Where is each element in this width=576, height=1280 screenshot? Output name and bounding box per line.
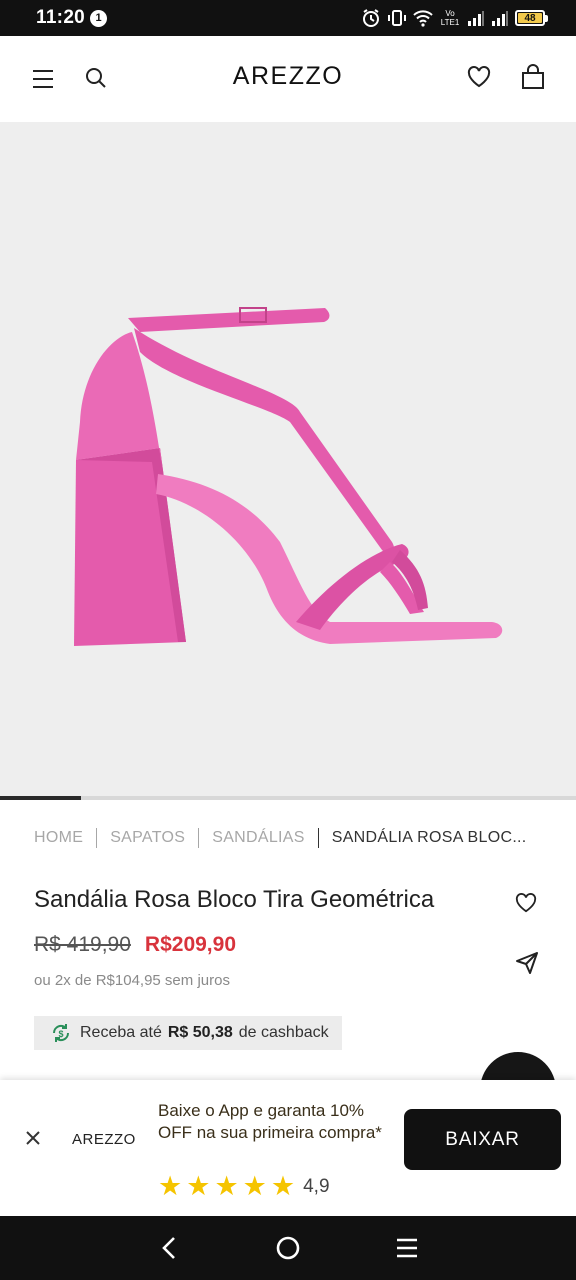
banner-text: Baixe o App e garanta 10% OFF na sua pri… bbox=[158, 1101, 382, 1142]
breadcrumb-home[interactable]: HOME bbox=[34, 829, 83, 847]
cashback-prefix: Receba até bbox=[80, 1024, 162, 1041]
star-icon: ★ bbox=[270, 1171, 296, 1201]
product-image[interactable] bbox=[0, 122, 576, 796]
gallery-progress bbox=[0, 796, 576, 800]
back-icon[interactable] bbox=[149, 1228, 189, 1268]
price-row: R$ 419,90 R$209,90 bbox=[34, 933, 236, 957]
heart-icon[interactable] bbox=[463, 61, 495, 93]
star-icon: ★ bbox=[186, 1171, 211, 1201]
download-button[interactable]: BAIXAR bbox=[404, 1109, 561, 1170]
cashback-icon: $ bbox=[50, 1022, 72, 1044]
price-old: R$ 419,90 bbox=[34, 933, 131, 956]
breadcrumb-sandalias[interactable]: SANDÁLIAS bbox=[212, 829, 305, 847]
cashback-suffix: de cashback bbox=[238, 1024, 329, 1041]
star-icon: ★ bbox=[214, 1171, 239, 1201]
gallery-progress-fill bbox=[0, 796, 81, 800]
star-icon: ★ bbox=[242, 1171, 267, 1201]
cashback-value: R$ 50,38 bbox=[167, 1024, 233, 1041]
breadcrumb-sapatos[interactable]: SAPATOS bbox=[110, 829, 185, 847]
signal-2-icon bbox=[492, 11, 508, 26]
sandal-image bbox=[74, 307, 503, 646]
rating-value: 4,9 bbox=[303, 1175, 330, 1197]
rating-stars: ★ ★ ★ ★ ★ 4,9 bbox=[158, 1173, 330, 1200]
status-icons: Vo LTE1 48 bbox=[361, 8, 548, 28]
vibrate-icon bbox=[388, 10, 406, 26]
nav-bar bbox=[0, 1216, 576, 1280]
favorite-icon[interactable] bbox=[511, 888, 541, 918]
header: AREZZO bbox=[0, 36, 576, 122]
product-title: Sandália Rosa Bloco Tira Geométrica bbox=[34, 886, 435, 913]
alarm-icon bbox=[363, 9, 379, 27]
breadcrumb-current: SANDÁLIA ROSA BLOC... bbox=[331, 829, 527, 846]
price-new: R$209,90 bbox=[144, 933, 236, 956]
recents-icon[interactable] bbox=[387, 1228, 427, 1268]
app-banner: AREZZO Baixe o App e garanta 10% OFF na … bbox=[0, 1080, 576, 1216]
wifi-icon bbox=[413, 10, 433, 27]
signal-icon bbox=[468, 11, 484, 26]
battery-level: 48 bbox=[518, 13, 542, 24]
battery-icon: 48 bbox=[515, 10, 548, 26]
home-icon[interactable] bbox=[268, 1228, 308, 1268]
status-bar: 11:20 1 Vo LTE1 48 bbox=[0, 0, 576, 36]
breadcrumb: HOME SAPATOS SANDÁLIAS SANDÁLIA ROSA BLO… bbox=[34, 828, 554, 848]
cashback-badge: $ Receba até R$ 50,38 de cashback bbox=[34, 1016, 342, 1050]
status-time: 11:20 bbox=[36, 7, 86, 28]
bag-icon[interactable] bbox=[517, 61, 549, 93]
svg-text:$: $ bbox=[58, 1029, 63, 1039]
star-icon: ★ bbox=[158, 1171, 183, 1201]
banner-logo: AREZZO bbox=[72, 1131, 136, 1148]
close-icon[interactable] bbox=[20, 1125, 46, 1151]
notification-badge: 1 bbox=[90, 9, 108, 27]
share-icon[interactable] bbox=[512, 948, 542, 978]
network-label: Vo LTE1 bbox=[440, 9, 460, 27]
installments-text: ou 2x de R$104,95 sem juros bbox=[34, 972, 230, 989]
